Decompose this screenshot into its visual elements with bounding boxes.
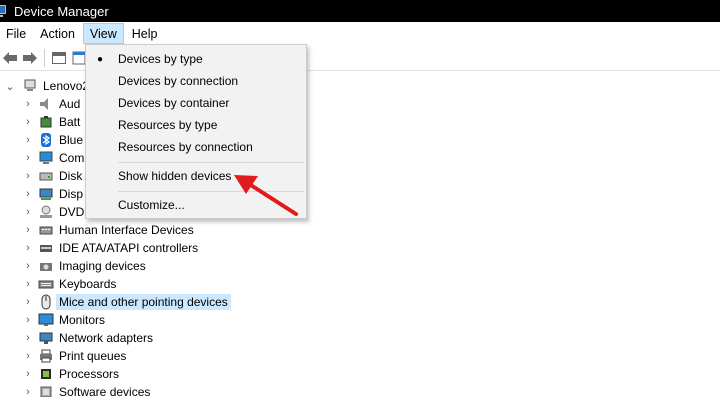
tree-item-label: Com — [59, 151, 85, 165]
camera-icon — [38, 258, 54, 274]
tree-item-label: Network adapters — [59, 331, 154, 345]
menu-item-label: Devices by connection — [118, 74, 239, 88]
tree-item-label: Software devices — [59, 385, 151, 397]
tree-item-processors[interactable]: › Processors — [22, 365, 119, 383]
tree-item-label: Processors — [59, 367, 120, 381]
back-arrow-icon[interactable] — [0, 48, 20, 68]
tree-root-label: Lenovo2 — [43, 79, 90, 93]
tree-item-blue[interactable]: › Blue — [22, 131, 83, 149]
menu-separator — [118, 162, 304, 163]
menu-action[interactable]: Action — [34, 23, 81, 44]
window-title: Device Manager — [14, 3, 109, 19]
red-arrow-annotation — [234, 175, 298, 216]
chevron-right-icon[interactable]: › — [22, 116, 34, 128]
tree-root[interactable]: ⌄ Lenovo2 — [4, 77, 89, 95]
tree-item-imaging-devices[interactable]: › Imaging devices — [22, 257, 146, 275]
bluetooth-icon — [38, 132, 54, 148]
forward-arrow-icon[interactable] — [20, 48, 40, 68]
computer-icon — [22, 78, 38, 94]
menu-view[interactable]: View — [82, 23, 124, 44]
menu-item-devices-by-container[interactable]: Devices by container — [86, 92, 306, 114]
chevron-right-icon[interactable]: › — [22, 260, 34, 272]
chevron-right-icon[interactable]: › — [22, 350, 34, 362]
network-adapter-icon — [38, 330, 54, 346]
tree-item-batt[interactable]: › Batt — [22, 113, 80, 131]
tree-item-disp[interactable]: › Disp — [22, 185, 83, 203]
tree-item-monitors[interactable]: › Monitors — [22, 311, 105, 329]
software-device-icon — [38, 384, 54, 397]
dvd-drive-icon — [38, 204, 54, 220]
tree-item-aud[interactable]: › Aud — [22, 95, 80, 113]
menu-item-label: Resources by connection — [118, 140, 253, 154]
chevron-right-icon[interactable]: › — [22, 170, 34, 182]
battery-icon — [38, 114, 54, 130]
chevron-right-icon[interactable]: › — [22, 206, 34, 218]
tree-item-keyboards[interactable]: › Keyboards — [22, 275, 116, 293]
chevron-right-icon[interactable]: › — [22, 296, 34, 308]
chevron-right-icon[interactable]: › — [22, 242, 34, 254]
tree-item-label: Imaging devices — [59, 259, 146, 273]
audio-icon — [38, 96, 54, 112]
chevron-right-icon[interactable]: › — [22, 134, 34, 146]
menu-item-label: Devices by container — [118, 96, 230, 110]
chevron-right-icon[interactable]: › — [22, 278, 34, 290]
device-manager-icon — [0, 4, 8, 18]
tree-item-label: Aud — [59, 97, 81, 111]
tree-item-mice-and-other-pointing-devices[interactable]: › Mice and other pointing devices — [22, 293, 231, 311]
tree-item-software-devices[interactable]: › Software devices — [22, 383, 150, 397]
display-adapter-icon — [38, 186, 54, 202]
tree-item-label: DVD — [59, 205, 85, 219]
menu-item-label: Customize... — [118, 198, 185, 212]
tree-item-label: Mice and other pointing devices — [56, 294, 231, 310]
chevron-right-icon[interactable]: › — [22, 314, 34, 326]
toolbar-separator — [44, 48, 45, 67]
menu-item-label: Resources by type — [118, 118, 218, 132]
hid-icon — [38, 222, 54, 238]
disk-drive-icon — [38, 168, 54, 184]
menu-item-label: Show hidden devices — [118, 169, 232, 183]
tree-item-disk[interactable]: › Disk — [22, 167, 82, 185]
ide-controller-icon — [38, 240, 54, 256]
tree-item-label: Keyboards — [59, 277, 117, 291]
menu-bar: File Action View Help — [0, 22, 720, 45]
menu-item-resources-by-type[interactable]: Resources by type — [86, 114, 306, 136]
chevron-down-icon[interactable]: ⌄ — [4, 80, 16, 93]
menu-item-resources-by-connection[interactable]: Resources by connection — [86, 136, 306, 158]
chevron-right-icon[interactable]: › — [22, 152, 34, 164]
tree-item-label: Monitors — [59, 313, 106, 327]
chevron-right-icon[interactable]: › — [22, 98, 34, 110]
computer-icon — [38, 150, 54, 166]
chevron-right-icon[interactable]: › — [22, 386, 34, 397]
tree-item-label: Print queues — [59, 349, 127, 363]
tree-item-label: Blue — [59, 133, 84, 147]
menu-item-devices-by-type[interactable]: ● Devices by type — [86, 48, 306, 70]
radio-check-icon: ● — [96, 53, 104, 65]
tree-item-label: Batt — [59, 115, 81, 129]
tree-item-dvd[interactable]: › DVD — [22, 203, 84, 221]
keyboard-icon — [38, 276, 54, 292]
tree-item-label: Disk — [59, 169, 83, 183]
processor-icon — [38, 366, 54, 382]
tree-item-print-queues[interactable]: › Print queues — [22, 347, 126, 365]
menu-help[interactable]: Help — [126, 23, 164, 44]
chevron-right-icon[interactable]: › — [22, 188, 34, 200]
printer-icon — [38, 348, 54, 364]
tree-item-label: Disp — [59, 187, 84, 201]
tree-item-label: Human Interface Devices — [59, 223, 194, 237]
chevron-right-icon[interactable]: › — [22, 368, 34, 380]
chevron-right-icon[interactable]: › — [22, 332, 34, 344]
title-bar: Device Manager — [0, 0, 720, 22]
tree-item-ide-ata-atapi-controllers[interactable]: › IDE ATA/ATAPI controllers — [22, 239, 198, 257]
properties-icon[interactable] — [49, 48, 69, 68]
tree-item-human-interface-devices[interactable]: › Human Interface Devices — [22, 221, 194, 239]
menu-file[interactable]: File — [0, 23, 32, 44]
tree-item-network-adapters[interactable]: › Network adapters — [22, 329, 153, 347]
menu-item-devices-by-connection[interactable]: Devices by connection — [86, 70, 306, 92]
chevron-right-icon[interactable]: › — [22, 224, 34, 236]
monitor-icon — [38, 312, 54, 328]
tree-item-com[interactable]: › Com — [22, 149, 84, 167]
menu-item-label: Devices by type — [118, 52, 203, 66]
mouse-icon — [38, 294, 54, 310]
tree-item-label: IDE ATA/ATAPI controllers — [59, 241, 199, 255]
